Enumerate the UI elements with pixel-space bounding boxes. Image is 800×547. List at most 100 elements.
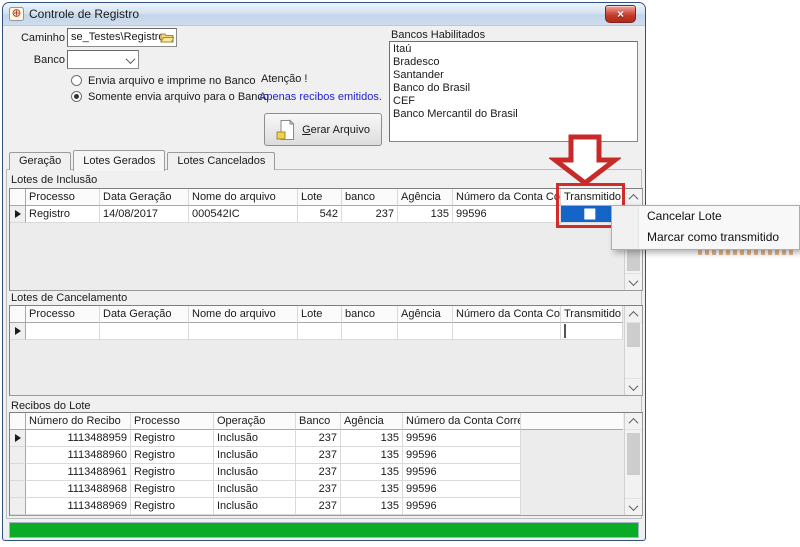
- cell[interactable]: 237: [296, 481, 341, 498]
- scroll-up-button[interactable]: [625, 413, 642, 430]
- scrollbar-thumb[interactable]: [627, 433, 640, 475]
- vertical-scrollbar[interactable]: [624, 413, 642, 515]
- scrollbar-thumb[interactable]: [627, 323, 640, 347]
- table-row[interactable]: 1113488960 Registro Inclusão 237 135 995…: [10, 447, 642, 464]
- cell[interactable]: [189, 323, 298, 340]
- bancos-habilitados-listbox[interactable]: Itaú Bradesco Santander Banco do Brasil …: [389, 41, 638, 142]
- caminho-input[interactable]: se_Testes\Registro: [67, 28, 177, 47]
- column-header[interactable]: banco: [342, 189, 398, 206]
- cell[interactable]: 99596: [403, 430, 521, 447]
- tab-lotes-gerados[interactable]: Lotes Gerados: [73, 150, 165, 171]
- cell[interactable]: [398, 323, 453, 340]
- cell[interactable]: 1113488959: [26, 430, 131, 447]
- list-item-banco[interactable]: Santander: [390, 69, 637, 82]
- list-item-banco[interactable]: Bradesco: [390, 56, 637, 69]
- column-header[interactable]: Número do Recibo: [26, 413, 131, 430]
- column-header[interactable]: Lote: [298, 189, 342, 206]
- cell[interactable]: Registro: [131, 430, 214, 447]
- cell[interactable]: Registro: [131, 464, 214, 481]
- cell[interactable]: 99596: [403, 481, 521, 498]
- table-row[interactable]: 1113488968 Registro Inclusão 237 135 995…: [10, 481, 642, 498]
- scroll-down-button[interactable]: [625, 378, 642, 395]
- cell[interactable]: Registro: [131, 481, 214, 498]
- cell[interactable]: Registro: [131, 498, 214, 515]
- table-row[interactable]: 1113488969 Registro Inclusão 237 135 995…: [10, 498, 642, 515]
- scroll-up-button[interactable]: [625, 306, 642, 323]
- cell[interactable]: Registro: [131, 447, 214, 464]
- cell[interactable]: 237: [296, 430, 341, 447]
- column-header[interactable]: Processo: [26, 189, 100, 206]
- radio-envia-imprime[interactable]: [71, 75, 82, 86]
- column-header-transmitido[interactable]: Transmitido: [561, 306, 623, 323]
- cell[interactable]: 135: [341, 481, 403, 498]
- cell[interactable]: [342, 323, 398, 340]
- column-header[interactable]: Número da Conta Corrente: [403, 413, 521, 430]
- title-bar[interactable]: Controle de Registro ×: [3, 3, 645, 26]
- gerar-arquivo-button[interactable]: Gerar Arquivo: [264, 113, 382, 146]
- cell[interactable]: Registro: [26, 206, 100, 223]
- cell[interactable]: [298, 323, 342, 340]
- radio-somente-envia[interactable]: [71, 91, 82, 102]
- cell[interactable]: 99596: [453, 206, 561, 223]
- cell[interactable]: 237: [296, 447, 341, 464]
- cell[interactable]: 237: [296, 464, 341, 481]
- scroll-down-button[interactable]: [625, 273, 642, 290]
- menu-item-cancelar-lote[interactable]: Cancelar Lote: [612, 206, 799, 227]
- cell[interactable]: 135: [341, 430, 403, 447]
- list-item-banco[interactable]: CEF: [390, 95, 637, 108]
- banco-combobox[interactable]: [67, 50, 139, 69]
- scroll-down-button[interactable]: [625, 498, 642, 515]
- vertical-scrollbar[interactable]: [624, 306, 642, 395]
- table-row[interactable]: 1113488959 Registro Inclusão 237 135 995…: [10, 430, 642, 447]
- cell[interactable]: 1113488960: [26, 447, 131, 464]
- cell[interactable]: 14/08/2017: [100, 206, 189, 223]
- tab-lotes-cancelados[interactable]: Lotes Cancelados: [167, 152, 275, 170]
- cell[interactable]: 1113488961: [26, 464, 131, 481]
- table-row[interactable]: 1113488961 Registro Inclusão 237 135 995…: [10, 464, 642, 481]
- cell[interactable]: Inclusão: [214, 430, 296, 447]
- transmitido-checkbox[interactable]: [564, 324, 566, 338]
- column-header[interactable]: Data Geração: [100, 189, 189, 206]
- folder-open-icon[interactable]: [160, 31, 174, 47]
- scroll-up-button[interactable]: [625, 189, 642, 206]
- column-header[interactable]: Número da Conta Corrente: [453, 189, 561, 206]
- menu-item-marcar-transmitido[interactable]: Marcar como transmitido: [612, 227, 799, 248]
- column-header[interactable]: Operação: [214, 413, 296, 430]
- cell[interactable]: 99596: [403, 464, 521, 481]
- cell[interactable]: [453, 323, 561, 340]
- cell[interactable]: 237: [296, 498, 341, 515]
- column-header[interactable]: Nome do arquivo: [189, 189, 298, 206]
- transmitido-cell[interactable]: [561, 323, 623, 340]
- column-header[interactable]: Processo: [26, 306, 100, 323]
- column-header[interactable]: Agência: [398, 189, 453, 206]
- column-header[interactable]: Processo: [131, 413, 214, 430]
- cell[interactable]: Inclusão: [214, 447, 296, 464]
- list-item-banco[interactable]: Banco do Brasil: [390, 82, 637, 95]
- close-button[interactable]: ×: [605, 5, 636, 23]
- column-header[interactable]: Agência: [341, 413, 403, 430]
- cell[interactable]: 000542IC: [189, 206, 298, 223]
- cell[interactable]: [26, 323, 100, 340]
- cell[interactable]: 135: [341, 464, 403, 481]
- tab-geracao[interactable]: Geração: [9, 152, 71, 170]
- cell[interactable]: Inclusão: [214, 481, 296, 498]
- list-item-banco[interactable]: Itaú: [390, 43, 637, 56]
- column-header[interactable]: Banco: [296, 413, 341, 430]
- cell[interactable]: 1113488969: [26, 498, 131, 515]
- column-header[interactable]: Agência: [398, 306, 453, 323]
- table-row-empty[interactable]: [10, 323, 642, 340]
- cell[interactable]: Inclusão: [214, 498, 296, 515]
- column-header[interactable]: Número da Conta Corrente: [453, 306, 561, 323]
- cell[interactable]: 237: [342, 206, 398, 223]
- cell[interactable]: 542: [298, 206, 342, 223]
- cell[interactable]: 135: [341, 498, 403, 515]
- column-header[interactable]: Lote: [298, 306, 342, 323]
- cell[interactable]: 99596: [403, 498, 521, 515]
- cell[interactable]: 99596: [403, 447, 521, 464]
- cell[interactable]: [100, 323, 189, 340]
- cell[interactable]: 135: [398, 206, 453, 223]
- cell[interactable]: 1113488968: [26, 481, 131, 498]
- list-item-banco[interactable]: Banco Mercantil do Brasil: [390, 108, 637, 121]
- column-header[interactable]: Data Geração: [100, 306, 189, 323]
- column-header[interactable]: banco: [342, 306, 398, 323]
